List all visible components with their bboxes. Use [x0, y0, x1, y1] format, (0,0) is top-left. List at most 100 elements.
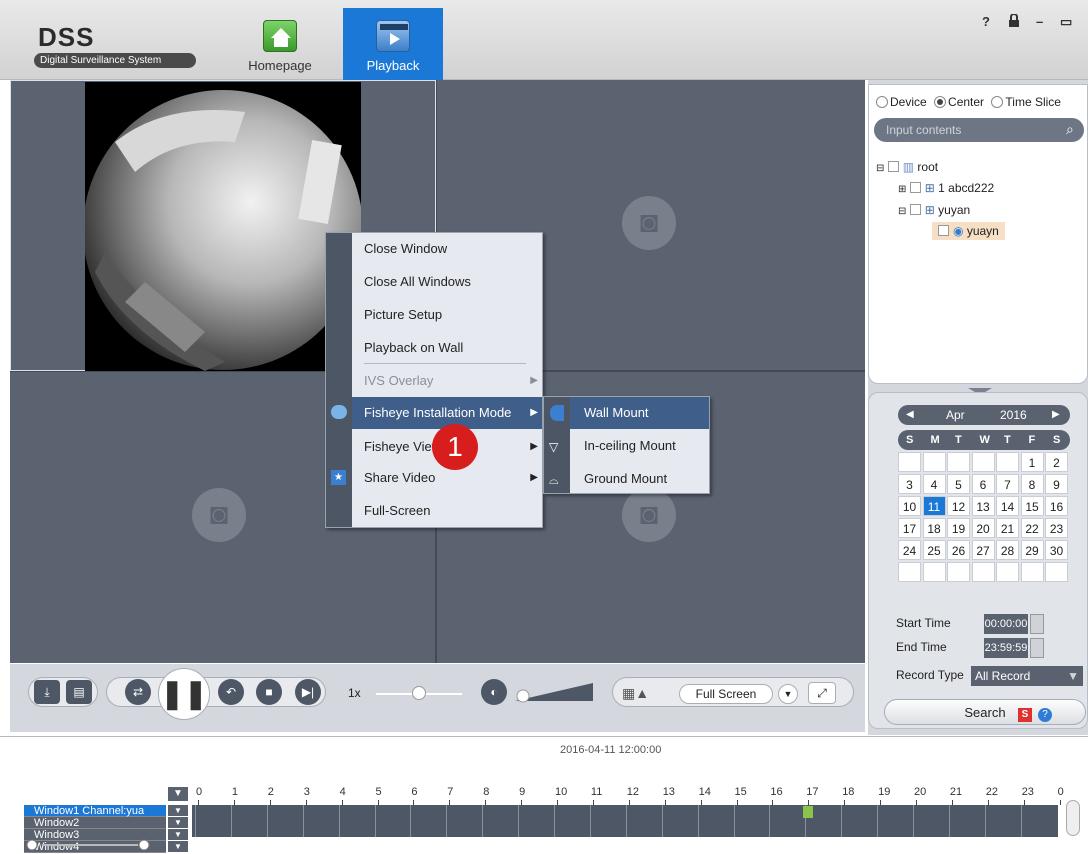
calendar-day[interactable]: 4: [922, 474, 946, 494]
calendar-day[interactable]: 30: [1045, 540, 1068, 560]
help-button[interactable]: ?: [982, 14, 990, 29]
tab-playback[interactable]: Playback: [343, 8, 443, 80]
row-dropdown-icon[interactable]: ▼: [168, 805, 188, 816]
rewind-icon[interactable]: ↶: [218, 679, 244, 705]
collapse-icon[interactable]: ⊟: [876, 163, 884, 174]
fullscreen-toggle-icon[interactable]: ⤢: [808, 682, 836, 704]
record-type-select[interactable]: All Record ▼: [971, 666, 1083, 686]
menu-item-close-window[interactable]: Close Window: [352, 233, 542, 265]
mute-icon[interactable]: ◐: [481, 679, 507, 705]
calendar-day[interactable]: 22: [1020, 518, 1044, 538]
submenu-item-in-ceiling-mount[interactable]: In-ceiling Mount: [570, 430, 709, 462]
calendar-day[interactable]: 12: [947, 496, 970, 516]
calendar-day[interactable]: 16: [1045, 496, 1068, 516]
calendar-day[interactable]: 19: [947, 518, 970, 538]
calendar-day[interactable]: 2: [1045, 452, 1068, 472]
radio-time-slice[interactable]: Time Slice: [991, 95, 1061, 109]
calendar-day[interactable]: 6: [971, 474, 995, 494]
calendar-day[interactable]: 5: [947, 474, 970, 494]
radio-center[interactable]: Center: [934, 95, 984, 109]
calendar-day[interactable]: [996, 562, 1019, 582]
calendar-day[interactable]: [1045, 562, 1068, 582]
menu-item-ivs-overlay[interactable]: IVS Overlay ▶: [352, 365, 542, 397]
calendar-day[interactable]: [922, 452, 946, 472]
calendar-day[interactable]: [996, 452, 1019, 472]
calendar-day[interactable]: 1: [1020, 452, 1044, 472]
sync-icon[interactable]: ⇄: [125, 679, 151, 705]
calendar-day[interactable]: 17: [898, 518, 921, 538]
menu-item-playback-on-wall[interactable]: Playback on Wall: [352, 332, 542, 364]
full-screen-button[interactable]: Full Screen: [679, 684, 773, 704]
calendar-day[interactable]: [971, 452, 995, 472]
collapse-all-icon[interactable]: ▼: [168, 787, 188, 801]
calendar-day[interactable]: 28: [996, 540, 1019, 560]
calendar-day[interactable]: 24: [898, 540, 921, 560]
download-icon[interactable]: ⤓: [34, 680, 60, 704]
tree-checkbox[interactable]: [938, 225, 949, 236]
calendar-day[interactable]: 21: [996, 518, 1019, 538]
calendar-month[interactable]: Apr: [946, 405, 965, 425]
help-tray-icon[interactable]: ?: [1038, 708, 1052, 722]
tab-homepage[interactable]: Homepage: [230, 8, 330, 80]
tree-checkbox[interactable]: [909, 204, 921, 215]
calendar-day[interactable]: 15: [1020, 496, 1044, 516]
end-time-input[interactable]: 23:59:59: [984, 638, 1028, 658]
calendar-day[interactable]: 10: [898, 496, 921, 516]
end-time-spinner[interactable]: [1030, 638, 1044, 658]
calendar-day[interactable]: [898, 562, 921, 582]
stop-icon[interactable]: ■: [256, 679, 282, 705]
lock-button[interactable]: [1008, 13, 1020, 31]
step-forward-icon[interactable]: ▶|: [295, 679, 321, 705]
calendar-day[interactable]: [898, 452, 921, 472]
chevron-down-icon[interactable]: ▼: [778, 684, 798, 704]
calendar-day[interactable]: 8: [1020, 474, 1044, 494]
calendar-day[interactable]: [1020, 562, 1044, 582]
menu-item-full-screen[interactable]: Full-Screen: [352, 495, 542, 527]
prev-month-icon[interactable]: ◀: [906, 405, 914, 425]
submenu-item-ground-mount[interactable]: Ground Mount: [570, 463, 709, 495]
calendar-day[interactable]: 26: [947, 540, 970, 560]
calendar-day[interactable]: [971, 562, 995, 582]
tree-node-yuyan[interactable]: ⊟ ⊞ yuyan: [898, 203, 970, 217]
tree-checkbox[interactable]: [887, 161, 899, 172]
row-dropdown-icon[interactable]: ▼: [168, 841, 188, 852]
pause-button[interactable]: ❚❚: [158, 668, 210, 720]
record-folder-icon[interactable]: ▤: [66, 680, 92, 704]
timeline-row-label[interactable]: Window1 Channel:yua: [24, 805, 166, 817]
search-icon[interactable]: ⌕: [1066, 121, 1074, 138]
start-time-input[interactable]: 00:00:00: [984, 614, 1028, 634]
maximize-button[interactable]: ▭: [1060, 14, 1072, 30]
calendar-day[interactable]: 29: [1020, 540, 1044, 560]
search-button[interactable]: Search: [884, 699, 1086, 725]
calendar-day[interactable]: [947, 562, 970, 582]
calendar-day[interactable]: 3: [898, 474, 921, 494]
tree-node-abcd222[interactable]: ⊞ ⊞ 1 abcd222: [898, 181, 994, 195]
start-time-spinner[interactable]: [1030, 614, 1044, 634]
menu-item-close-all-windows[interactable]: Close All Windows: [352, 266, 542, 298]
radio-device[interactable]: Device: [876, 95, 927, 109]
speed-slider-handle[interactable]: [412, 686, 426, 700]
timeline-scrollbar[interactable]: [1066, 800, 1080, 836]
search-input[interactable]: Input contents: [874, 118, 1084, 142]
calendar-day[interactable]: 9: [1045, 474, 1068, 494]
row-dropdown-icon[interactable]: ▼: [168, 829, 188, 840]
recording-segment[interactable]: [803, 806, 813, 818]
zoom-slider[interactable]: [24, 839, 154, 851]
calendar-day[interactable]: 20: [971, 518, 995, 538]
calendar-day[interactable]: 23: [1045, 518, 1068, 538]
tree-node-root[interactable]: ⊟ ▥ root: [876, 160, 938, 174]
fisheye-video[interactable]: [85, 82, 361, 371]
row-dropdown-icon[interactable]: ▼: [168, 817, 188, 828]
calendar-day[interactable]: [922, 562, 946, 582]
s-tray-icon[interactable]: S: [1018, 708, 1032, 722]
calendar-day[interactable]: 14: [996, 496, 1019, 516]
collapse-icon[interactable]: ⊟: [898, 206, 906, 217]
next-month-icon[interactable]: ▶: [1052, 405, 1060, 425]
minimize-button[interactable]: –: [1036, 14, 1043, 29]
calendar-day[interactable]: 7: [996, 474, 1019, 494]
calendar-day[interactable]: 13: [971, 496, 995, 516]
calendar-day[interactable]: [947, 452, 970, 472]
volume-slider[interactable]: [515, 681, 593, 703]
calendar-day[interactable]: 25: [922, 540, 946, 560]
submenu-item-wall-mount[interactable]: Wall Mount: [570, 397, 709, 429]
